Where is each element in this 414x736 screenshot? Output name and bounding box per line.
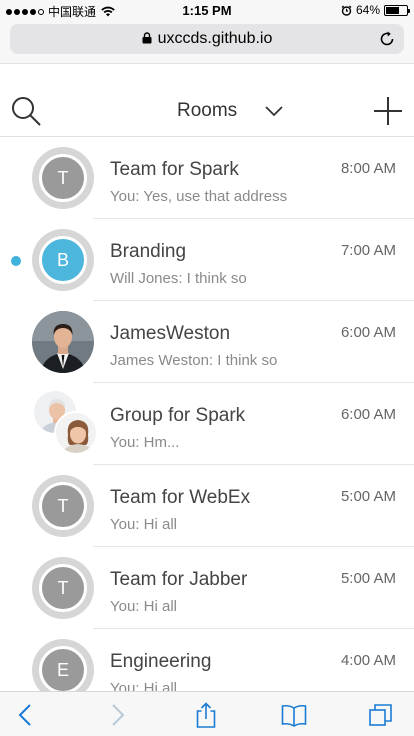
lock-icon (142, 32, 152, 44)
room-last-message: You: Hi all (110, 516, 177, 533)
avatar-letter: T (39, 154, 87, 202)
avatar: T (32, 147, 94, 209)
plus-icon[interactable] (372, 95, 404, 127)
room-name: Engineering (110, 651, 212, 672)
tabs-icon[interactable] (368, 702, 394, 728)
room-list: T Team for Spark 8:00 AM You: Yes, use t… (0, 137, 414, 691)
battery-fill (386, 6, 399, 14)
app-header: Rooms (0, 85, 414, 137)
avatar-letter: B (39, 236, 87, 284)
room-time: 5:00 AM (340, 488, 396, 505)
forward-arrow-icon[interactable] (104, 702, 130, 728)
room-name: JamesWeston (110, 323, 231, 344)
alarm-icon (341, 5, 352, 16)
avatar-letter: E (39, 646, 87, 691)
status-right: 64% (341, 3, 410, 17)
search-icon[interactable] (10, 95, 42, 127)
room-row[interactable]: T Team for WebEx 5:00 AM You: Hi all (0, 465, 414, 547)
room-name: Branding (110, 241, 187, 262)
share-icon[interactable] (193, 702, 219, 728)
room-last-message: You: Hi all (110, 680, 177, 691)
bookmarks-icon[interactable] (281, 702, 307, 728)
room-row[interactable]: T Team for Spark 8:00 AM You: Yes, use t… (0, 137, 414, 219)
status-bar: 中国联通 1:15 PM 64% (0, 0, 414, 20)
avatar-letter: T (39, 482, 87, 530)
group-avatar-woman (54, 411, 98, 455)
avatar: E (32, 639, 94, 691)
room-time: 6:00 AM (340, 324, 396, 341)
room-last-message: James Weston: I think so (110, 352, 278, 369)
chevron-down-icon (265, 106, 283, 117)
url-display[interactable]: uxccds.github.io (10, 30, 404, 48)
room-name: Team for WebEx (110, 487, 251, 508)
room-row[interactable]: Group for Spark 6:00 AM You: Hm... (0, 383, 414, 465)
room-name: Team for Spark (110, 159, 239, 180)
avatar: B (32, 229, 94, 291)
room-time: 8:00 AM (340, 160, 396, 177)
room-row[interactable]: T Team for Jabber 5:00 AM You: Hi all (0, 547, 414, 629)
room-name: Team for Jabber (110, 569, 248, 590)
browser-address-bar: uxccds.github.io (0, 20, 414, 64)
room-row[interactable]: JamesWeston 6:00 AM James Weston: I thin… (0, 301, 414, 383)
url-field[interactable]: uxccds.github.io (10, 24, 404, 54)
avatar-letter: T (39, 564, 87, 612)
room-row[interactable]: B Branding 7:00 AM Will Jones: I think s… (0, 219, 414, 301)
avatar: T (32, 557, 94, 619)
room-time: 7:00 AM (340, 242, 396, 259)
room-last-message: Will Jones: I think so (110, 270, 247, 287)
rooms-title: Rooms (177, 100, 238, 121)
url-text: uxccds.github.io (157, 30, 273, 47)
room-time: 5:00 AM (340, 570, 396, 587)
reload-icon[interactable] (378, 30, 396, 48)
room-row[interactable]: E Engineering 4:00 AM You: Hi all (0, 629, 414, 691)
room-last-message: You: Hi all (110, 598, 177, 615)
avatar: T (32, 475, 94, 537)
browser-toolbar (0, 691, 414, 736)
rooms-dropdown[interactable]: Rooms (150, 95, 290, 127)
room-time: 4:00 AM (340, 652, 396, 669)
room-last-message: You: Yes, use that address (110, 188, 288, 205)
avatar-photo (32, 311, 94, 373)
battery-percent: 64% (355, 3, 380, 17)
battery-icon (384, 4, 410, 16)
room-name: Group for Spark (110, 405, 246, 426)
room-last-message: You: Hm... (110, 434, 180, 451)
unread-indicator (11, 256, 21, 266)
room-time: 6:00 AM (340, 406, 396, 423)
back-arrow-icon[interactable] (13, 702, 39, 728)
